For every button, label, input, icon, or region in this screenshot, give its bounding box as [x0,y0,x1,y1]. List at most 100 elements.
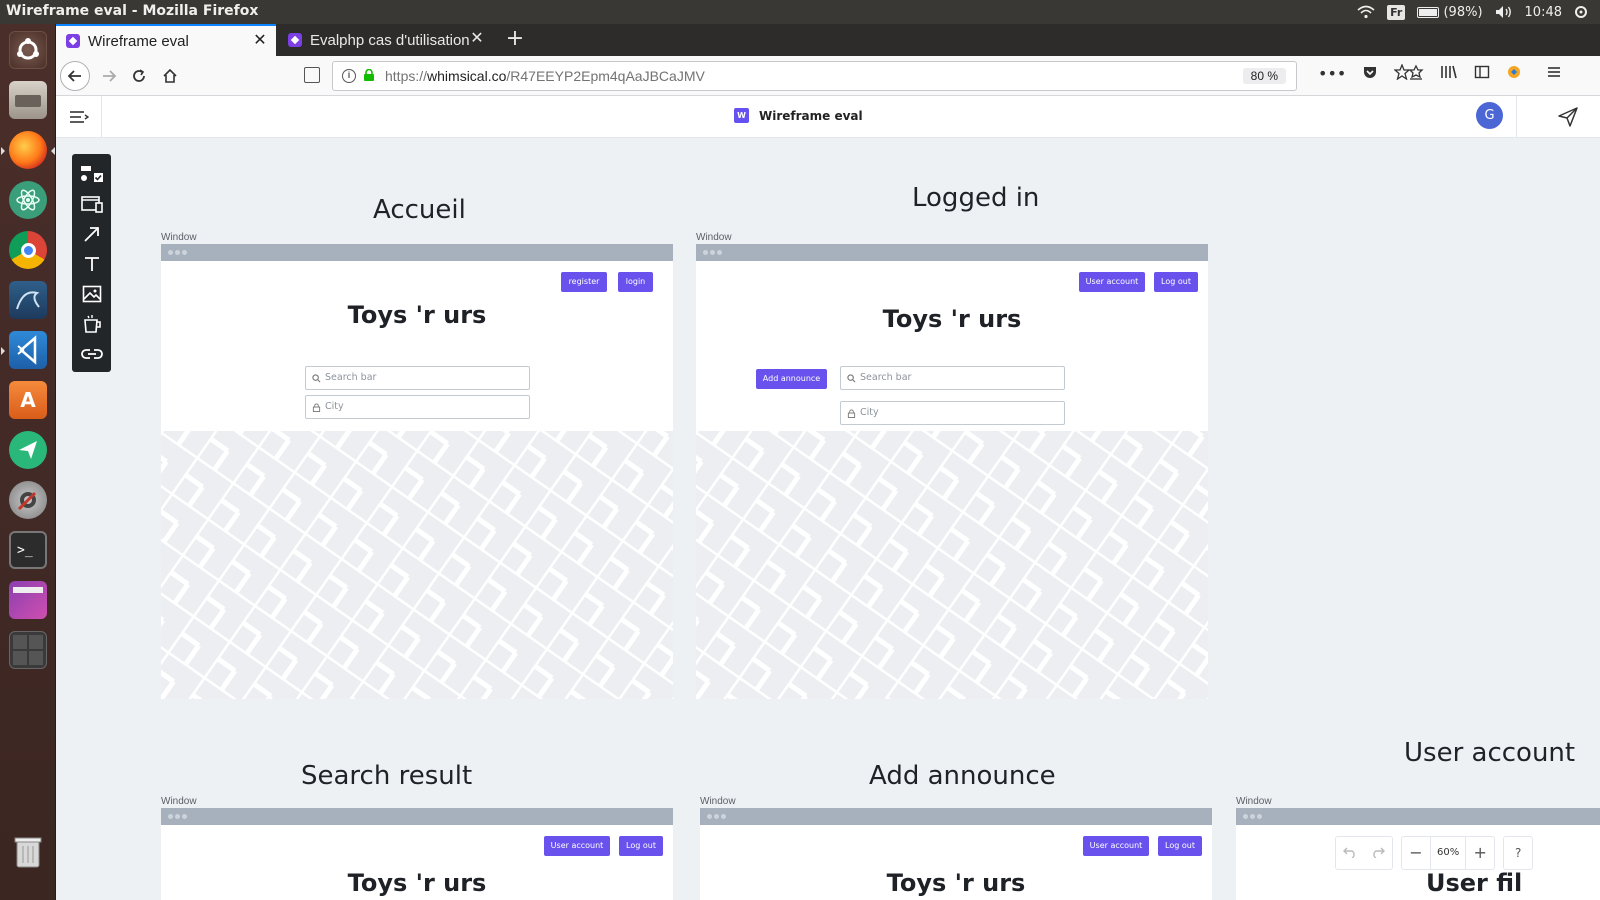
drawing-toolbar [72,154,111,372]
map-placeholder-image [696,431,1208,699]
browser-toolbar [1408,64,1562,80]
close-tab-icon[interactable]: ✕ [252,33,268,49]
launcher-workspaces[interactable] [6,628,50,672]
sidebar-icon[interactable] [1474,64,1490,80]
search-input[interactable]: Search bar [840,366,1065,390]
share-button[interactable] [1516,96,1600,138]
user-account-button[interactable]: User account [1079,272,1145,292]
brand-heading: Toys 'r urs [886,869,1026,897]
launcher-chrome[interactable] [6,228,50,272]
power-gear-icon[interactable] [1574,5,1588,19]
sticky-tool-button[interactable] [79,312,104,336]
launcher-trash[interactable] [6,830,50,874]
clock[interactable]: 10:48 [1525,5,1562,20]
vscode-icon [9,331,47,369]
whiteboard-canvas[interactable]: Accueil Window register login Toys 'r ur… [56,139,1600,900]
library-icon[interactable] [1440,64,1458,80]
ui-elements-icon [80,166,103,182]
log-out-button[interactable]: Log out [1154,272,1198,292]
zoom-in-button[interactable]: + [1466,837,1494,869]
log-out-button[interactable]: Log out [1158,836,1202,856]
firefox-icon [9,131,47,169]
board-title-search-result[interactable]: Search result [301,761,472,791]
volume-icon[interactable] [1495,5,1513,19]
board-title-accueil[interactable]: Accueil [373,195,466,225]
battery-indicator[interactable]: (98%) [1417,5,1483,20]
help-button[interactable]: ? [1504,837,1532,869]
log-out-button[interactable]: Log out [619,836,663,856]
lock-icon[interactable] [363,69,375,81]
zoom-level-badge[interactable]: 80 % [1242,68,1286,84]
elements-tool-button[interactable] [79,162,104,186]
launcher-send-app[interactable] [6,428,50,472]
user-account-button[interactable]: User account [544,836,610,856]
hamburger-menu-icon[interactable] [1546,64,1562,80]
board-title-logged-in[interactable]: Logged in [912,183,1039,213]
user-account-button[interactable]: User account [1083,836,1149,856]
city-input[interactable]: City [305,395,530,419]
launcher-system-tools[interactable] [6,478,50,522]
board-title-user-account[interactable]: User account [1404,738,1575,768]
arrow-tool-button[interactable] [79,222,104,246]
login-button[interactable]: login [618,272,653,292]
wireframe-window-search-result[interactable]: User account Log out Toys 'r urs [161,808,673,900]
redo-button[interactable] [1364,837,1392,869]
url-host: whimsical.co [427,68,507,84]
home-button[interactable] [155,61,185,91]
tab-evalphp[interactable]: Evalphp cas d'utilisation ✕ [278,24,493,56]
wifi-icon[interactable] [1357,5,1375,19]
document-title[interactable]: W Wireframe eval [734,108,863,123]
city-input[interactable]: City [840,401,1065,425]
wireframe-window-add-announce[interactable]: User account Log out Toys 'r urs [700,808,1212,900]
tab-wireframe-eval[interactable]: Wireframe eval ✕ [56,24,276,56]
launcher-files[interactable] [6,78,50,122]
board-title-add-announce[interactable]: Add announce [869,761,1056,791]
zoom-out-button[interactable]: − [1402,837,1430,869]
undo-button[interactable] [1336,837,1364,869]
url-path: /R47EEYP2Epm4qAaJBCaJMV [506,68,705,84]
arrow-diagonal-icon [83,227,99,242]
url-bar[interactable]: i https://whimsical.co/R47EEYP2Epm4qAaJB… [332,61,1297,91]
extension-icon[interactable] [1506,64,1522,80]
image-tool-button[interactable] [79,282,104,306]
reader-view-icon[interactable] [304,67,320,83]
window-title-bar [161,808,673,825]
add-announce-button[interactable]: Add announce [756,369,827,389]
link-tool-button[interactable] [79,342,104,366]
reload-button[interactable] [124,61,154,91]
window-label: Window [700,796,736,807]
forward-button[interactable] [94,61,124,91]
back-button[interactable] [60,61,90,91]
keyboard-layout-indicator[interactable]: Fr [1387,4,1406,20]
launcher-software-center[interactable]: A [6,378,50,422]
sidebar-toggle-button[interactable] [56,96,102,138]
battery-icon [1417,6,1440,18]
search-input[interactable]: Search bar [305,366,530,390]
wireframe-window-accueil[interactable]: register login Toys 'r urs Search bar Ci… [161,244,673,699]
launcher-dash[interactable] [6,28,50,72]
launcher-mysql-workbench[interactable] [6,278,50,322]
wireframe-window-logged-in[interactable]: User account Log out Toys 'r urs Add ann… [696,244,1208,699]
software-center-icon: A [9,381,47,419]
launcher-vscode[interactable] [1,328,50,372]
launcher-atom[interactable] [6,178,50,222]
page-actions-menu-icon[interactable]: ••• [1318,64,1346,83]
pocket-icon[interactable] [1362,64,1378,80]
zoom-level[interactable]: 60% [1430,837,1467,869]
running-indicator [1,147,5,155]
window-tool-button[interactable] [79,192,104,216]
new-tab-button[interactable]: + [501,26,529,54]
launcher-screenshot[interactable] [6,578,50,622]
bookmarks-menu-icon[interactable] [1408,64,1424,80]
window-label: Window [1236,796,1272,807]
user-avatar[interactable]: G [1476,102,1503,129]
register-button[interactable]: register [561,272,607,292]
url-text[interactable]: https://whimsical.co/R47EEYP2Epm4qAaJBCa… [385,68,705,84]
close-tab-icon[interactable]: ✕ [469,31,485,47]
page-actions: ••• [1318,64,1411,83]
launcher-firefox[interactable] [1,128,55,172]
text-tool-button[interactable] [79,252,104,276]
info-icon[interactable]: i [342,69,356,83]
launcher-terminal[interactable]: >_ [6,528,50,572]
trash-icon [9,833,47,871]
